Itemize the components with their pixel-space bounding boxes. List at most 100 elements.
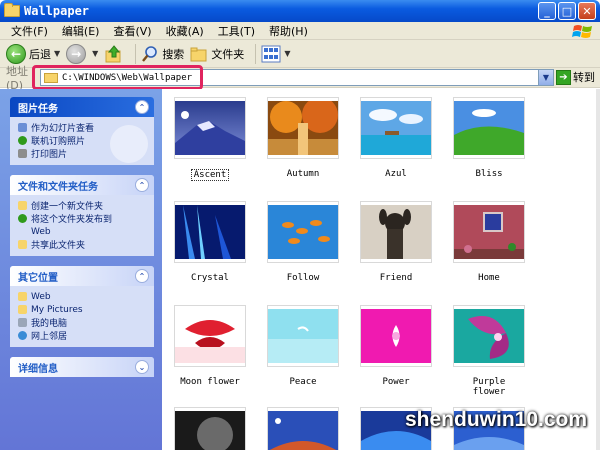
wallpaper-thumbnail bbox=[268, 309, 338, 363]
folders-button[interactable]: 文件夹 bbox=[190, 46, 244, 62]
site-watermark: shenduwin10.com bbox=[405, 408, 588, 431]
go-arrow-icon: ➔ bbox=[556, 69, 571, 85]
printer-icon bbox=[18, 149, 27, 158]
file-item-azul[interactable]: Azul bbox=[360, 97, 432, 179]
file-name: Autumn bbox=[286, 169, 320, 179]
expand-icon[interactable]: ⌄ bbox=[135, 360, 149, 374]
menu-edit[interactable]: 编辑(E) bbox=[55, 23, 107, 39]
details-panel: 详细信息 ⌄ bbox=[10, 357, 154, 377]
file-name: Purple flower bbox=[472, 377, 506, 397]
search-button[interactable]: 搜索 bbox=[141, 45, 184, 63]
address-highlight-annotation bbox=[32, 65, 203, 90]
toolbar-separator bbox=[135, 43, 137, 64]
file-item-purple-flower[interactable]: Purple flower bbox=[453, 305, 525, 397]
task-publish-web-cont[interactable]: Web bbox=[18, 225, 148, 238]
folder-icon bbox=[4, 3, 20, 17]
file-name: Home bbox=[478, 273, 500, 283]
go-button[interactable]: ➔ 转到 bbox=[556, 69, 595, 85]
file-item-crystal[interactable]: Crystal bbox=[174, 201, 246, 283]
menu-bar: 文件(F) 编辑(E) 查看(V) 收藏(A) 工具(T) 帮助(H) bbox=[0, 22, 600, 40]
camera-watermark-icon bbox=[110, 125, 148, 163]
network-icon bbox=[18, 331, 27, 340]
place-my-pictures[interactable]: My Pictures bbox=[18, 303, 148, 316]
task-publish-web[interactable]: 将这个文件夹发布到 bbox=[18, 212, 148, 225]
address-dropdown-button[interactable]: ▼ bbox=[538, 70, 553, 85]
file-item-peace[interactable]: Peace bbox=[267, 305, 339, 387]
panel-title: 详细信息 bbox=[18, 363, 58, 375]
maximize-button[interactable]: □ bbox=[558, 2, 576, 20]
file-item-follow[interactable]: Follow bbox=[267, 201, 339, 283]
up-folder-button[interactable] bbox=[104, 44, 124, 64]
task-pane: 图片任务 ⌃ 作为幻灯片查看 联机订购照片 打印图片 文件和文件夹任务 ⌃ 创建… bbox=[0, 89, 162, 450]
globe-icon bbox=[18, 214, 27, 223]
file-item-partial[interactable] bbox=[267, 407, 339, 450]
back-button[interactable]: ← 后退 ▼ bbox=[6, 43, 61, 64]
file-name: Bliss bbox=[475, 169, 503, 179]
windows-logo-icon bbox=[572, 25, 592, 38]
menu-favorites[interactable]: 收藏(A) bbox=[159, 23, 211, 39]
folder-icon bbox=[18, 305, 27, 314]
file-item-autumn[interactable]: Autumn bbox=[267, 97, 339, 179]
title-bar[interactable]: Wallpaper _ □ ✕ bbox=[0, 0, 600, 22]
file-item-bliss[interactable]: Bliss bbox=[453, 97, 525, 179]
new-folder-icon bbox=[18, 201, 27, 210]
menu-view[interactable]: 查看(V) bbox=[106, 23, 158, 39]
chevron-down-icon: ▼ bbox=[54, 49, 61, 58]
search-label: 搜索 bbox=[162, 47, 185, 61]
details-header[interactable]: 详细信息 ⌄ bbox=[10, 357, 154, 377]
file-item-partial[interactable] bbox=[174, 407, 246, 450]
wallpaper-thumbnail bbox=[361, 101, 431, 155]
task-share-folder[interactable]: 共享此文件夹 bbox=[18, 238, 148, 251]
file-folder-tasks-body: 创建一个新文件夹 将这个文件夹发布到 Web 共享此文件夹 bbox=[10, 195, 154, 256]
file-list: Ascent Autumn Azul Bliss Crystal Follow bbox=[162, 89, 600, 450]
task-new-folder[interactable]: 创建一个新文件夹 bbox=[18, 199, 148, 212]
wallpaper-thumbnail bbox=[268, 101, 338, 155]
views-button[interactable]: ▼ bbox=[261, 45, 290, 63]
wallpaper-thumbnail bbox=[268, 411, 338, 450]
wallpaper-thumbnail bbox=[361, 205, 431, 259]
minimize-button[interactable]: _ bbox=[538, 2, 556, 20]
place-my-computer[interactable]: 我的电脑 bbox=[18, 316, 148, 329]
menu-file[interactable]: 文件(F) bbox=[4, 23, 55, 39]
file-name: Follow bbox=[286, 273, 320, 283]
toolbar-separator bbox=[255, 43, 257, 64]
wallpaper-thumbnail bbox=[454, 101, 524, 155]
file-name: Crystal bbox=[191, 273, 229, 283]
vertical-scrollbar[interactable] bbox=[596, 89, 600, 450]
file-item-moon-flower[interactable]: Moon flower bbox=[174, 305, 246, 387]
folders-icon bbox=[190, 47, 207, 61]
back-arrow-icon: ← bbox=[6, 43, 26, 64]
file-name: Friend bbox=[379, 273, 413, 283]
place-network[interactable]: 网上邻居 bbox=[18, 329, 148, 342]
file-folder-tasks-panel: 文件和文件夹任务 ⌃ 创建一个新文件夹 将这个文件夹发布到 Web 共享此文件夹 bbox=[10, 175, 154, 256]
file-item-home[interactable]: Home bbox=[453, 201, 525, 283]
file-item-power[interactable]: Power bbox=[360, 305, 432, 387]
wallpaper-thumbnail bbox=[175, 101, 245, 155]
file-item-ascent[interactable]: Ascent bbox=[174, 97, 246, 181]
picture-tasks-panel: 图片任务 ⌃ 作为幻灯片查看 联机订购照片 打印图片 bbox=[10, 97, 154, 165]
collapse-icon[interactable]: ⌃ bbox=[135, 178, 149, 192]
slideshow-icon bbox=[18, 123, 27, 132]
forward-button[interactable]: → ▼ bbox=[66, 43, 98, 64]
picture-tasks-header[interactable]: 图片任务 ⌃ bbox=[10, 97, 154, 117]
file-name: Power bbox=[382, 377, 410, 387]
wallpaper-thumbnail bbox=[175, 411, 245, 450]
other-places-header[interactable]: 其它位置 ⌃ bbox=[10, 266, 154, 286]
place-web[interactable]: Web bbox=[18, 290, 148, 303]
back-label: 后退 bbox=[29, 47, 51, 61]
menu-help[interactable]: 帮助(H) bbox=[262, 23, 315, 39]
panel-title: 其它位置 bbox=[18, 272, 58, 284]
window-title: Wallpaper bbox=[24, 4, 90, 18]
forward-arrow-icon: → bbox=[66, 43, 87, 64]
file-folder-tasks-header[interactable]: 文件和文件夹任务 ⌃ bbox=[10, 175, 154, 195]
menu-tools[interactable]: 工具(T) bbox=[211, 23, 262, 39]
wallpaper-thumbnail bbox=[361, 309, 431, 363]
wallpaper-thumbnail bbox=[268, 205, 338, 259]
collapse-icon[interactable]: ⌃ bbox=[135, 269, 149, 283]
close-button[interactable]: ✕ bbox=[578, 2, 596, 20]
file-name: Azul bbox=[385, 169, 407, 179]
panel-title: 文件和文件夹任务 bbox=[18, 181, 98, 193]
globe-icon bbox=[18, 136, 27, 145]
collapse-icon[interactable]: ⌃ bbox=[135, 100, 149, 114]
file-item-friend[interactable]: Friend bbox=[360, 201, 432, 283]
